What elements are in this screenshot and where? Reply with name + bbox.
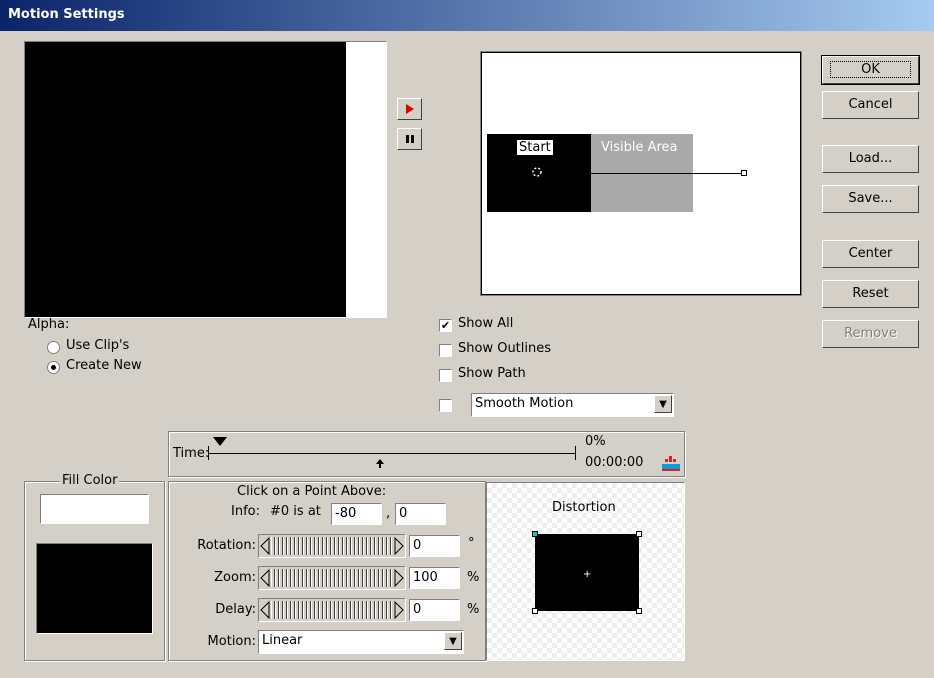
slider-left-arrow-icon[interactable] (259, 567, 271, 589)
motion-path-line (591, 173, 743, 174)
distortion-handle-br[interactable] (636, 608, 642, 614)
use-clips-label[interactable]: Use Clip's (66, 338, 129, 353)
motion-path-endpoint[interactable] (741, 170, 747, 176)
chevron-down-icon[interactable]: ▼ (444, 632, 462, 650)
rotation-input[interactable]: 0 (409, 535, 460, 557)
info-text: #0 is at (270, 504, 321, 519)
clip-preview-black (25, 42, 346, 317)
clip-preview (24, 41, 387, 318)
motion-select[interactable]: Linear ▼ (258, 630, 464, 654)
slider-right-arrow-icon[interactable] (393, 535, 405, 557)
rotation-label: Rotation: (197, 538, 256, 553)
time-slider-track[interactable] (208, 446, 576, 460)
fill-color-input[interactable] (40, 494, 149, 524)
slider-left-arrow-icon[interactable] (259, 599, 271, 621)
delay-label: Delay: (215, 602, 256, 617)
time-label: Time: (173, 446, 210, 461)
delay-input[interactable]: 0 (409, 599, 460, 621)
pause-icon (406, 135, 414, 143)
time-track-end (575, 446, 576, 460)
show-all-label[interactable]: Show All (458, 316, 513, 331)
remove-button[interactable]: Remove (822, 320, 919, 348)
distortion-handle-tl[interactable] (532, 531, 538, 537)
point-x-input[interactable]: -80 (331, 503, 382, 525)
fill-color-swatch[interactable] (36, 543, 153, 634)
play-button[interactable] (397, 98, 422, 120)
slider-right-arrow-icon[interactable] (393, 599, 405, 621)
slider-left-arrow-icon[interactable] (259, 535, 271, 557)
distortion-box[interactable]: + (535, 534, 639, 611)
distortion-handle-bl[interactable] (532, 608, 538, 614)
show-outlines-checkbox[interactable] (439, 344, 452, 357)
create-new-radio[interactable] (47, 361, 60, 374)
alpha-label: Alpha: (28, 317, 70, 332)
ok-button[interactable]: OK (821, 55, 920, 85)
title-bar[interactable] (0, 0, 934, 31)
center-button[interactable]: Center (822, 240, 919, 268)
ok-label: OK (830, 61, 911, 78)
window-title: Motion Settings (8, 7, 125, 22)
zoom-label: Zoom: (214, 570, 256, 585)
center-point-icon (532, 167, 542, 177)
smooth-motion-checkbox[interactable] (439, 399, 452, 412)
distortion-panel[interactable]: Distortion + (486, 482, 685, 661)
point-y-input[interactable]: 0 (395, 503, 446, 525)
show-all-checkbox[interactable]: ✔ (439, 319, 452, 332)
load-button[interactable]: Load... (822, 145, 919, 173)
chevron-down-icon[interactable]: ▼ (654, 395, 672, 413)
rotation-slider[interactable] (258, 534, 406, 558)
delay-slider[interactable] (258, 598, 406, 622)
time-panel (168, 431, 685, 477)
pause-button[interactable] (397, 128, 422, 150)
motion-label: Motion: (207, 634, 256, 649)
cancel-button[interactable]: Cancel (822, 91, 919, 119)
point-header: Click on a Point Above: (237, 484, 387, 499)
use-clips-radio[interactable] (47, 341, 60, 354)
slider-ribs (271, 537, 393, 555)
smooth-motion-select[interactable]: Smooth Motion ▼ (471, 393, 674, 417)
keyframe-marker-icon[interactable] (376, 459, 384, 469)
play-icon (406, 104, 414, 114)
time-timecode: 00:00:00 (585, 455, 644, 470)
motion-preview[interactable]: Start Visible Area (480, 51, 802, 296)
slider-ribs (271, 569, 393, 587)
visible-area-label: Visible Area (601, 140, 678, 155)
motion-value: Linear (262, 633, 303, 648)
info-label: Info: (231, 504, 260, 519)
time-track-start (208, 446, 209, 460)
fill-color-label: Fill Color (60, 473, 120, 488)
start-label: Start (517, 140, 553, 155)
distortion-label: Distortion (552, 500, 616, 515)
comma-separator: , (386, 506, 391, 521)
save-button[interactable]: Save... (822, 185, 919, 213)
slider-right-arrow-icon[interactable] (393, 567, 405, 589)
reset-button[interactable]: Reset (822, 280, 919, 308)
distortion-center-icon: + (583, 569, 592, 580)
keyframe-add-icon[interactable] (661, 454, 681, 472)
slider-ribs (271, 601, 393, 619)
time-percent: 0% (585, 434, 606, 449)
time-slider-thumb[interactable] (213, 437, 227, 447)
zoom-slider[interactable] (258, 566, 406, 590)
show-outlines-label[interactable]: Show Outlines (458, 341, 551, 356)
smooth-motion-value: Smooth Motion (475, 396, 574, 411)
start-clip-box[interactable]: Start (487, 134, 591, 212)
show-path-checkbox[interactable] (439, 369, 452, 382)
zoom-input[interactable]: 100 (409, 567, 460, 589)
delay-unit: % (467, 602, 480, 617)
create-new-label[interactable]: Create New (66, 358, 142, 373)
show-path-label[interactable]: Show Path (458, 366, 526, 381)
distortion-handle-tr[interactable] (636, 531, 642, 537)
rotation-unit: ° (468, 536, 475, 551)
zoom-unit: % (467, 570, 480, 585)
